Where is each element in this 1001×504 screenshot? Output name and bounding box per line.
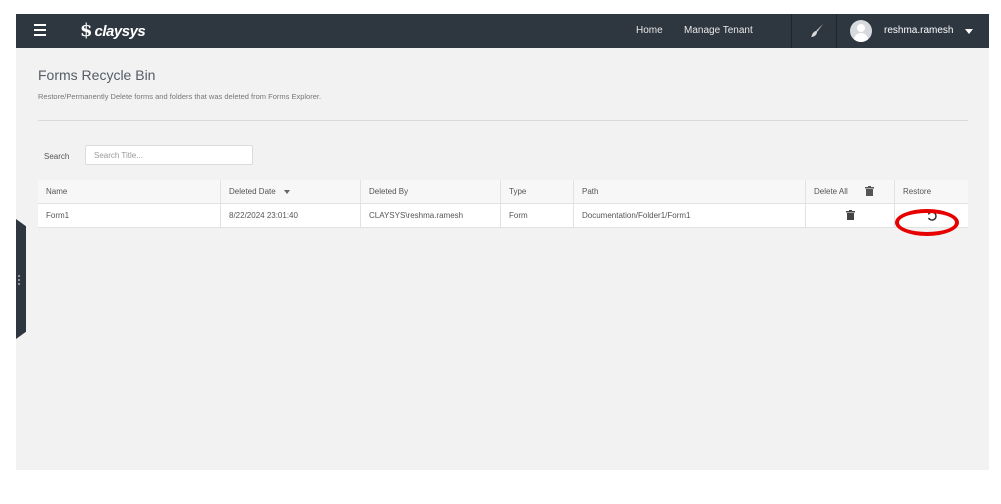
delete-all-label: Delete All [814,187,848,196]
nav-divider [791,14,792,48]
nav-home-link[interactable]: Home [636,25,663,36]
table-header-row: Name Deleted Date Deleted By Type Path D… [38,180,968,204]
cell-path: Documentation/Folder1/Form1 [573,204,805,227]
column-header-label: Name [46,187,68,196]
brand-name: claysys [94,22,146,40]
brand-logo[interactable]: $ claysys [80,20,146,41]
delete-trash-icon[interactable] [846,210,855,220]
nav-manage-tenant-link[interactable]: Manage Tenant [684,25,753,36]
cell-deleted-by: CLAYSYS\reshma.ramesh [360,204,500,227]
username-label[interactable]: reshma.ramesh [884,25,953,36]
sort-descending-icon[interactable] [283,189,290,194]
column-header-type[interactable]: Type [500,180,573,203]
top-navigation-bar: $ claysys Home Manage Tenant reshma.rame… [16,14,989,48]
column-header-name[interactable]: Name [38,180,220,203]
cell-type: Form [500,204,573,227]
nav-divider [836,14,837,48]
section-divider [38,120,968,121]
column-header-path[interactable]: Path [573,180,805,203]
cell-name: Form1 [46,211,70,220]
table-row[interactable]: Form1 8/22/2024 23:01:40 CLAYSYS\reshma.… [38,204,968,228]
restore-highlight-annotation [895,209,959,236]
logo-mark-icon: $ [80,20,93,41]
delete-all-trash-icon[interactable] [865,186,874,196]
column-header-label: Deleted Date [229,187,276,196]
column-header-label: Deleted By [369,187,409,196]
recycle-bin-table: Name Deleted Date Deleted By Type Path D… [38,180,968,228]
cell-delete [805,204,894,227]
column-header-deleted-date[interactable]: Deleted Date [220,180,360,203]
column-header-delete-all: Delete All [805,180,894,203]
search-label: Search [44,152,70,161]
column-header-deleted-by[interactable]: Deleted By [360,180,500,203]
search-input[interactable] [85,145,253,165]
user-avatar-icon[interactable] [850,20,872,42]
column-header-label: Path [582,187,599,196]
paint-brush-icon[interactable] [809,23,825,39]
chevron-down-icon[interactable] [965,29,973,34]
page-description: Restore/Permanently Delete forms and fol… [38,92,322,101]
hamburger-icon[interactable] [34,24,46,38]
side-panel-handle[interactable] [16,219,26,339]
column-header-restore: Restore [894,180,968,203]
page-title: Forms Recycle Bin [38,67,156,83]
column-header-label: Restore [903,187,932,196]
column-header-label: Type [509,187,527,196]
cell-deleted-date: 8/22/2024 23:01:40 [220,204,360,227]
app-frame: $ claysys Home Manage Tenant reshma.rame… [16,14,989,470]
